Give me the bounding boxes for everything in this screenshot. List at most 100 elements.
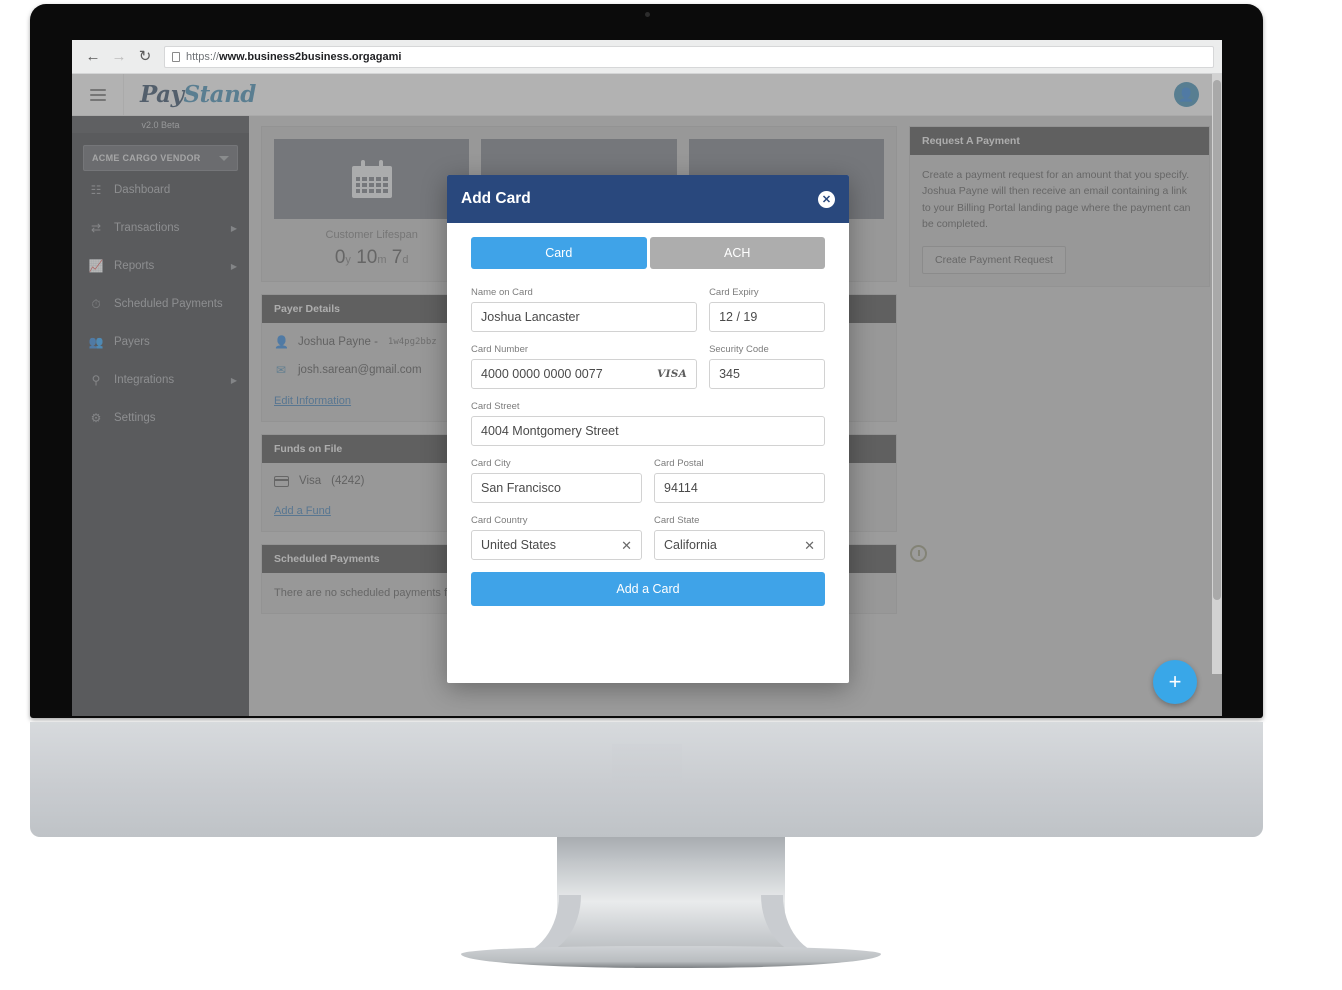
field-card-postal: Card Postal 94114 [654,458,825,503]
card-country-label: Card Country [471,515,528,526]
tab-card[interactable]: Card [471,237,647,269]
card-postal-input[interactable]: 94114 [654,473,825,503]
lifespan-years: 0 [334,247,346,268]
fund-brand: Visa [299,475,322,487]
card-street-input[interactable]: 4004 Montgomery Street [471,416,825,446]
transactions-icon: ⇄ [90,221,102,235]
chevron-right-icon: ▶ [230,375,237,385]
add-a-fund-link[interactable]: Add a Fund [274,505,331,517]
sidebar-item-label: Payers [114,336,150,348]
close-x-icon[interactable]: ✕ [818,190,835,208]
card-postal-value: 94114 [664,481,698,495]
card-expiry-input[interactable]: 12 / 19 [709,302,825,332]
add-card-modal: Add Card ✕ Card ACH Name on Card Joshua … [447,175,849,683]
reload-icon[interactable]: ↻ [132,44,158,70]
card-street-value: 4004 Montgomery Street [481,424,619,438]
clear-x-icon[interactable]: ✕ [621,539,632,552]
name-on-card-label: Name on Card [471,287,533,298]
card-city-value: San Francisco [481,481,561,495]
content-right-column: Request A Payment Create a payment reque… [909,126,1210,706]
modal-body: Card ACH Name on Card Joshua Lancaster C… [447,223,849,606]
monitor-stand-base [461,946,881,968]
sidebar-item-payers[interactable]: 👥 Payers [72,323,249,361]
browser-toolbar: ← → ↻ https://www.business2business.orga… [72,40,1222,74]
sidebar-item-dashboard[interactable]: ☷ Dashboard [72,171,249,209]
chevron-down-icon [219,155,229,161]
chevron-right-icon: ▶ [230,261,237,271]
add-a-card-button[interactable]: Add a Card [471,572,825,606]
page-document-icon [172,51,180,62]
field-card-state: Card State California ✕ [654,515,825,560]
card-number-input[interactable]: 4000 0000 0000 0077 VISA [471,359,698,389]
field-card-expiry: Card Expiry 12 / 19 [709,287,825,332]
row-name-expiry: Name on Card Joshua Lancaster Card Expir… [471,287,825,332]
sidebar-item-label: Scheduled Payments [114,298,223,310]
credit-card-icon [274,475,289,487]
card-state-select[interactable]: California ✕ [654,530,825,560]
card-country-select[interactable]: United States ✕ [471,530,642,560]
customer-lifespan-card: Customer Lifespan 0y 10m 7d [274,139,470,269]
row-city-postal: Card City San Francisco Card Postal 9411… [471,458,825,503]
sidebar: v2.0 Beta ACME CARGO VENDOR ☷ Dashboard … [72,116,249,716]
payer-id: 1w4pg2bbz [387,337,437,347]
forward-arrow-icon[interactable]: → [106,44,132,70]
clock-icon: ⏱ [91,296,101,311]
card-city-input[interactable]: San Francisco [471,473,642,503]
edit-information-link[interactable]: Edit Information [274,395,351,407]
name-on-card-input[interactable]: Joshua Lancaster [471,302,698,332]
card-state-label: Card State [654,515,700,526]
monitor-logo [611,744,682,802]
vendor-selector[interactable]: ACME CARGO VENDOR [83,145,238,171]
create-payment-request-button[interactable]: Create Payment Request [922,246,1066,275]
tab-ach[interactable]: ACH [649,237,825,269]
card-expiry-value: 12 / 19 [719,310,758,324]
monitor-chin [30,722,1263,837]
chevron-right-icon: ▶ [230,223,237,233]
gear-icon: ⚙ [90,411,102,425]
url-text: https://www.business2business.orgagami [186,51,401,63]
card-expiry-label: Card Expiry [709,287,759,298]
card-postal-label: Card Postal [654,458,704,469]
request-payment-description: Create a payment request for an amount t… [922,169,1191,230]
logo-stand-text: Stand [183,81,256,108]
floating-add-button[interactable]: + [1153,660,1197,704]
payer-email: josh.sarean@gmail.com [298,364,422,376]
card-country-value: United States [481,538,557,552]
sidebar-item-reports[interactable]: 📈 Reports ▶ [72,247,249,285]
request-payment-body: Create a payment request for an amount t… [910,155,1209,286]
lifespan-label: Customer Lifespan [325,229,418,241]
sidebar-item-scheduled-payments[interactable]: ⏱ Scheduled Payments [72,285,249,323]
request-payment-title: Request A Payment [910,127,1209,155]
row-street: Card Street 4004 Montgomery Street [471,401,825,446]
url-bar[interactable]: https://www.business2business.orgagami [164,45,1214,68]
sidebar-item-transactions[interactable]: ⇄ Transactions ▶ [72,209,249,247]
sidebar-item-integrations[interactable]: ⚲ Integrations ▶ [72,361,249,399]
hamburger-menu-icon[interactable] [72,74,124,116]
security-code-label: Security Code [709,344,769,355]
lifespan-years-unit: y [345,254,351,266]
user-avatar-icon[interactable]: 👤 [1174,82,1199,107]
row-country-state: Card Country United States ✕ Card State … [471,515,825,560]
lifespan-months-unit: m [377,254,387,266]
sidebar-item-label: Dashboard [114,184,171,196]
lifespan-value: 0y 10m 7d [274,247,469,269]
monitor-stand-neck [557,837,785,955]
logo-pay-text: Pay [140,81,184,108]
app-scrollbar[interactable] [1212,74,1222,674]
visa-brand-icon: VISA [657,368,688,380]
card-number-value: 4000 0000 0000 0077 [481,367,603,381]
paystand-logo[interactable]: PayStand [124,81,256,108]
security-code-input[interactable]: 345 [709,359,825,389]
envelope-icon: ✉ [275,363,287,377]
modal-header: Add Card ✕ [447,175,849,223]
sidebar-item-label: Integrations [114,374,175,386]
back-arrow-icon[interactable]: ← [80,44,106,70]
sidebar-item-settings[interactable]: ⚙ Settings [72,399,249,437]
app-scrollbar-thumb[interactable] [1213,80,1221,600]
clear-x-icon[interactable]: ✕ [804,539,815,552]
card-street-label: Card Street [471,401,520,412]
vendor-selector-label: ACME CARGO VENDOR [92,153,201,163]
paystand-app: PayStand 👤 v2.0 Beta ACME CARGO VENDOR ☷… [72,74,1222,716]
monitor-scene: ← → ↻ https://www.business2business.orga… [0,0,1342,990]
field-card-number: Card Number 4000 0000 0000 0077 VISA [471,344,698,389]
